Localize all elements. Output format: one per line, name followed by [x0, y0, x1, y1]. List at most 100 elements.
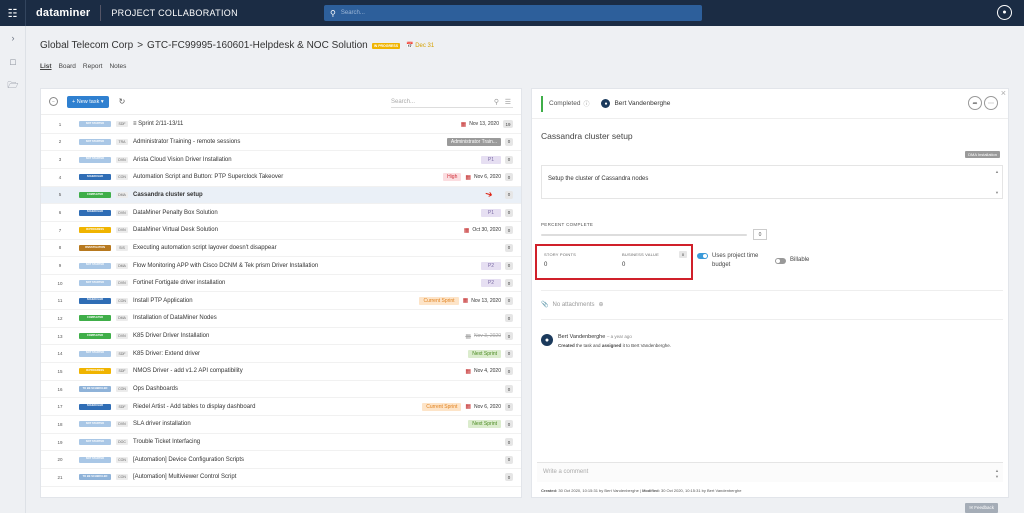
table-row[interactable]: 11 SCHEDULED CON Install PTP Application Cur… [41, 293, 521, 311]
task-title[interactable]: Installation of DataMiner Nodes [133, 315, 217, 321]
task-title[interactable]: DataMiner Virtual Desk Solution [133, 227, 218, 233]
close-icon[interactable]: × [1001, 88, 1006, 98]
more-options-icon[interactable]: ⋯ [984, 96, 998, 110]
status-badge[interactable]: NOT STARTED [79, 138, 111, 145]
task-title[interactable]: Fortinet Fortigate driver installation [133, 280, 225, 286]
global-search-input[interactable]: ⚲ Search... [324, 5, 702, 21]
help-icon[interactable]: ⓘ [583, 99, 589, 108]
tab-notes[interactable]: Notes [109, 63, 126, 70]
status-badge[interactable]: SCHEDULED [79, 174, 111, 181]
feedback-button[interactable]: ✉ Feedback [965, 503, 998, 513]
table-row[interactable]: 14 NOT STARTED SDF K85 Driver: Extend drive… [41, 345, 521, 364]
status-badge[interactable]: NOT STARTED [79, 456, 111, 463]
table-row[interactable]: 17 SCHEDULED SDF Riedel Artist - Add tables… [41, 398, 521, 417]
table-row[interactable]: 4 SCHEDULED CON Automation Script and Butto… [41, 169, 521, 187]
table-row[interactable]: 21 TO BE SCHEDULED CON [Automation] Multivi… [41, 469, 521, 487]
status-badge[interactable]: COMPLETED [79, 191, 111, 198]
status-badge[interactable]: COMPLETED [79, 315, 111, 322]
scroll-up-icon[interactable]: ▲ [995, 468, 999, 473]
table-row[interactable]: 19 NOT STARTED DOC Trouble Ticket Interfaci… [41, 434, 521, 452]
table-row[interactable]: 2 NOT STARTED TRA Administrator Training - … [41, 134, 521, 152]
status-badge[interactable]: NOT STARTED [79, 156, 111, 163]
table-row[interactable]: 9 NOT STARTED DMA Flow Monitoring APP with … [41, 257, 521, 275]
app-grid-icon[interactable]: ☷ [0, 0, 26, 26]
status-badge[interactable]: SCHEDULED [79, 403, 111, 410]
task-title[interactable]: Cassandra cluster setup [541, 131, 633, 141]
task-title[interactable]: Executing automation script layover does… [133, 245, 277, 251]
filter-icon[interactable]: ☰ [505, 98, 511, 106]
tab-board[interactable]: Board [59, 63, 76, 70]
list-search-input[interactable]: Search... ⚲ ☰ [391, 96, 513, 108]
task-title[interactable]: [Automation] Device Configuration Script… [133, 457, 244, 463]
uses-time-budget-toggle[interactable] [697, 253, 708, 259]
description-field[interactable]: Setup the cluster of Cassandra nodes ▲ ▼ [541, 165, 1003, 199]
status-badge[interactable]: SCHEDULED [79, 209, 111, 216]
percent-complete-slider[interactable] [541, 234, 747, 236]
status-badge[interactable]: NOT STARTED [79, 421, 111, 428]
task-title[interactable]: K85 Driver: Extend driver [133, 351, 200, 357]
scroll-down-icon[interactable]: ▼ [995, 190, 999, 195]
task-title[interactable]: DataMiner Penalty Box Solution [133, 210, 218, 216]
status-badge[interactable]: NOT STARTED [79, 280, 111, 287]
table-row[interactable]: 3 NOT STARTED DVN Arista Cloud Vision Drive… [41, 151, 521, 169]
scroll-up-icon[interactable]: ▲ [995, 169, 999, 174]
table-row[interactable]: 6 SCHEDULED DVN DataMiner Penalty Box Solut… [41, 204, 521, 222]
new-task-button[interactable]: + New task ▾ [67, 95, 109, 108]
status-badge[interactable]: IN PROGRESS [79, 368, 111, 375]
task-title[interactable]: Cassandra cluster setup [133, 192, 203, 198]
share-icon[interactable]: ➦ [968, 96, 982, 110]
status-badge[interactable]: NOT STARTED [79, 350, 111, 357]
breadcrumb-company[interactable]: Global Telecom Corp [40, 40, 133, 51]
status-badge[interactable]: NOT STARTED [79, 439, 111, 445]
table-row[interactable]: 10 NOT STARTED DVN Fortinet Fortigate drive… [41, 275, 521, 293]
task-title[interactable]: Arista Cloud Vision Driver Installation [133, 157, 232, 163]
table-row[interactable]: 8 INVESTIGATION SIS Executing automation sc… [41, 240, 521, 258]
table-row[interactable]: 1 NOT STARTED SDF ≡ Sprint 2/11-13/11 ▦ Nov 1… [41, 116, 521, 134]
assignee-name[interactable]: Bert Vandenberghe [614, 100, 670, 107]
tab-report[interactable]: Report [83, 63, 103, 70]
table-row[interactable]: 5 COMPLETED DMA Cassandra cluster setup 0 ➔ [41, 186, 521, 205]
table-row[interactable]: 20 NOT STARTED CON [Automation] Device Conf… [41, 451, 521, 469]
table-row[interactable]: 15 IN PROGRESS SDF NMOS Driver - add v1.2 A… [41, 363, 521, 381]
collapse-circle-icon[interactable]: − [49, 97, 58, 106]
task-title[interactable]: Ops Dashboards [133, 386, 178, 392]
task-title[interactable]: Administrator Training - remote sessions [133, 139, 240, 145]
status-badge[interactable]: TO BE SCHEDULED [79, 386, 111, 393]
expand-chevron-icon[interactable]: › [0, 26, 26, 50]
status-badge[interactable]: NOT STARTED [79, 262, 111, 269]
add-attachment-icon[interactable]: ⊕ [599, 301, 604, 308]
logo[interactable]: dataminer [36, 7, 90, 19]
percent-complete-input[interactable]: 0 [753, 229, 767, 240]
task-title[interactable]: NMOS Driver - add v1.2 API compatibility [133, 368, 243, 374]
table-row[interactable]: 16 TO BE SCHEDULED CON Ops Dashboards 0 [41, 381, 521, 399]
table-row[interactable]: 13 COMPLETED DVN K85 Driver Driver Installa… [41, 328, 521, 346]
task-title[interactable]: K85 Driver Driver Installation [133, 333, 209, 339]
task-title[interactable]: [Automation] Multiviewer Control Script [133, 474, 236, 480]
task-title[interactable]: Riedel Artist - Add tables to display da… [133, 404, 255, 410]
folder-icon[interactable]: 🗁 [0, 74, 26, 98]
table-row[interactable]: 7 IN PROGRESS DVN DataMiner Virtual Desk So… [41, 222, 521, 240]
document-icon[interactable]: □ [0, 50, 26, 74]
status-badge[interactable]: IN PROGRESS [79, 227, 111, 234]
comment-input[interactable]: Write a comment ▲ ▼ [537, 462, 1003, 482]
status-badge[interactable]: NOT STARTED [79, 121, 111, 128]
refresh-icon[interactable]: ↻ [119, 97, 126, 106]
status-badge[interactable]: INVESTIGATION [79, 244, 111, 251]
task-title[interactable]: SLA driver installation [133, 421, 191, 427]
status-badge[interactable]: SCHEDULED [79, 297, 111, 304]
scroll-down-icon[interactable]: ▼ [995, 474, 999, 479]
table-row[interactable]: 18 NOT STARTED DVN SLA driver installation N… [41, 416, 521, 434]
status-badge[interactable]: COMPLETED [79, 333, 111, 340]
task-title[interactable]: Automation Script and Button: PTP Superc… [133, 174, 283, 180]
status-badge[interactable]: TO BE SCHEDULED [79, 474, 111, 481]
business-value-value[interactable]: 0 [622, 262, 625, 268]
task-title[interactable]: Flow Monitoring APP with Cisco DCNM & Te… [133, 263, 318, 269]
story-points-value[interactable]: 0 [544, 262, 547, 268]
status-dropdown[interactable]: Completed [549, 100, 580, 107]
billable-toggle[interactable] [775, 258, 786, 264]
task-title[interactable]: Install PTP Application [133, 298, 193, 304]
task-title[interactable]: Trouble Ticket Interfacing [133, 439, 200, 445]
task-title[interactable]: ≡ Sprint 2/11-13/11 [133, 121, 183, 127]
search-icon[interactable]: ⚲ [494, 98, 499, 106]
table-row[interactable]: 12 COMPLETED DMA Installation of DataMiner … [41, 310, 521, 328]
